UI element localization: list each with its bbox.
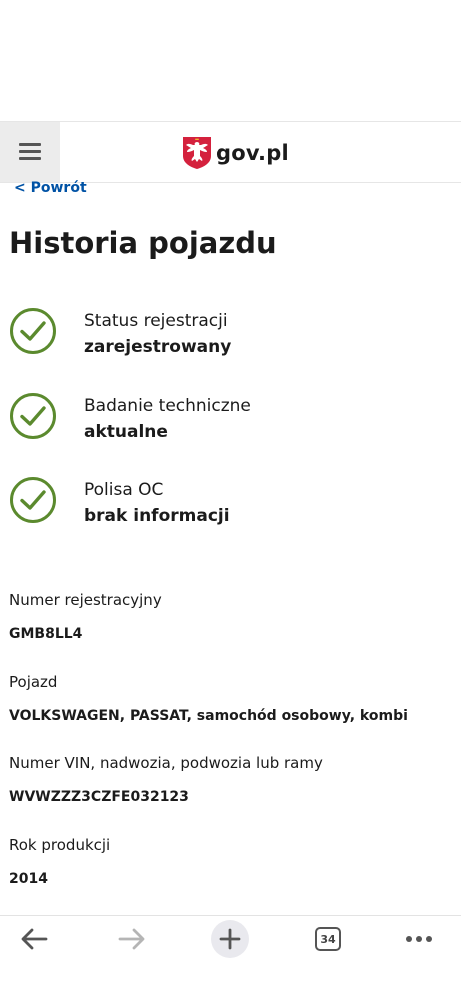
browser-toolbar: 34 — [0, 915, 461, 999]
back-arrow-icon — [21, 928, 48, 950]
status-value: aktualne — [84, 422, 168, 442]
gov-pl-logo[interactable]: gov.pl — [182, 135, 289, 171]
detail-label: Numer VIN, nadwozia, podwozia lub ramy — [9, 754, 323, 772]
detail-vin: Numer VIN, nadwozia, podwozia lub ramy W… — [9, 754, 454, 805]
check-circle-icon — [10, 393, 56, 439]
status-label: Badanie techniczne — [84, 396, 251, 416]
logo-text: gov.pl — [216, 141, 289, 165]
hamburger-menu-icon — [19, 143, 41, 161]
check-circle-icon — [10, 308, 56, 354]
forward-button[interactable] — [107, 916, 157, 962]
back-link[interactable]: < Powrót — [14, 180, 87, 196]
polish-eagle-emblem-icon — [183, 137, 211, 169]
detail-label: Pojazd — [9, 673, 58, 691]
status-value: brak informacji — [84, 506, 230, 526]
detail-value: VOLKSWAGEN, PASSAT, samochód osobowy, ko… — [9, 708, 408, 724]
detail-registration-number: Numer rejestracyjny GMB8LL4 — [9, 591, 454, 642]
forward-arrow-icon — [118, 928, 145, 950]
detail-label: Rok produkcji — [9, 836, 111, 854]
new-tab-button[interactable] — [205, 916, 255, 962]
new-tab-plus-icon — [211, 920, 249, 958]
detail-label: Numer rejestracyjny — [9, 591, 162, 609]
status-insurance: Polisa OC brak informacji — [9, 476, 449, 526]
status-label: Polisa OC — [84, 480, 164, 500]
tabs-counter-icon: 34 — [315, 927, 341, 951]
status-technical-inspection: Badanie techniczne aktualne — [9, 392, 449, 442]
back-button[interactable] — [9, 916, 59, 962]
status-registration: Status rejestracji zarejestrowany — [9, 307, 449, 357]
site-header: gov.pl — [0, 121, 461, 183]
menu-button[interactable] — [0, 122, 60, 182]
detail-value: WVWZZZ3CZFE032123 — [9, 789, 189, 805]
detail-vehicle: Pojazd VOLKSWAGEN, PASSAT, samochód osob… — [9, 673, 454, 724]
check-circle-icon — [10, 477, 56, 523]
page-title: Historia pojazdu — [9, 226, 277, 260]
more-options-icon — [406, 936, 432, 942]
detail-value: GMB8LL4 — [9, 626, 83, 642]
detail-production-year: Rok produkcji 2014 — [9, 836, 454, 887]
status-value: zarejestrowany — [84, 337, 232, 357]
tabs-button[interactable]: 34 — [303, 916, 353, 962]
more-options-button[interactable] — [394, 916, 444, 962]
status-label: Status rejestracji — [84, 311, 228, 331]
top-blank-area — [0, 0, 461, 121]
detail-value: 2014 — [9, 871, 48, 887]
